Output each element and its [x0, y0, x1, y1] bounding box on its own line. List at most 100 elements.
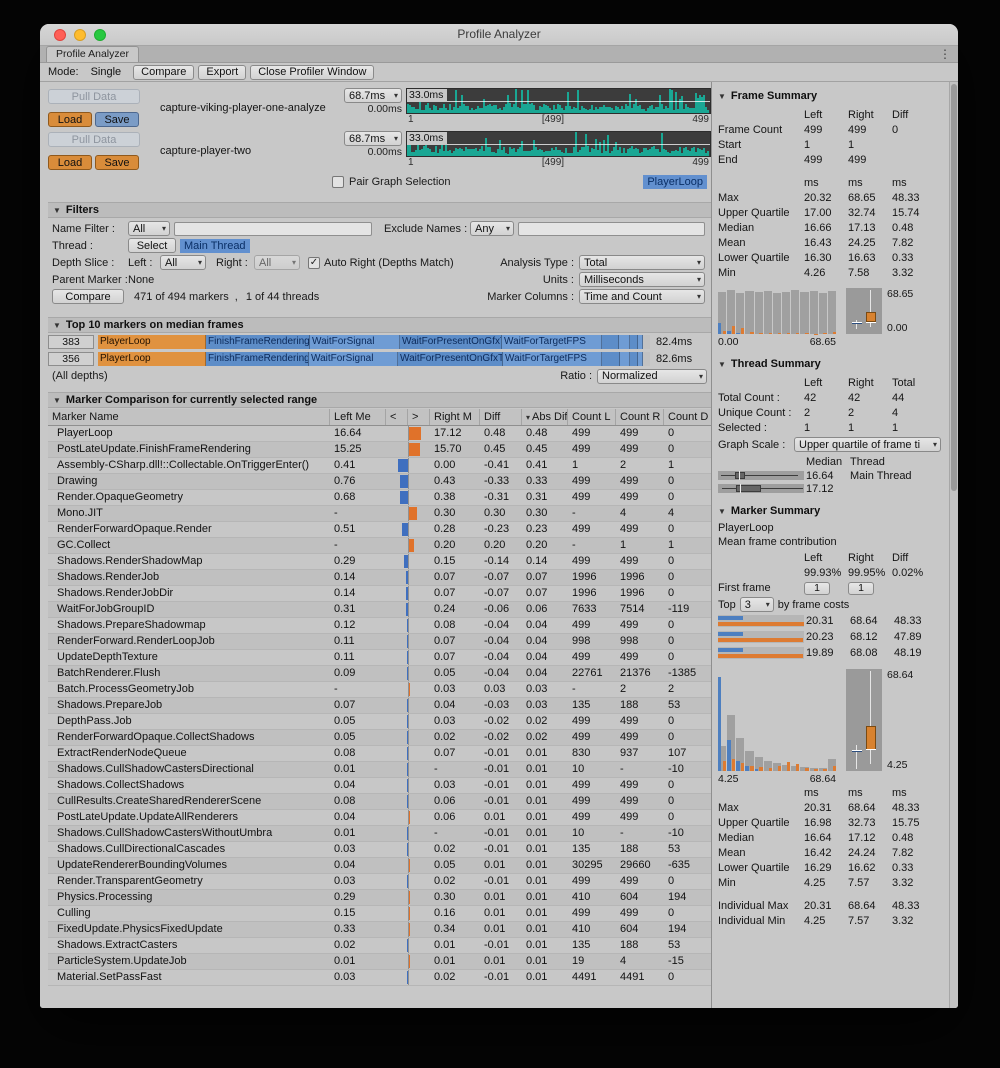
- marker-row[interactable]: Mono.JIT-0.300.300.30-44: [48, 506, 711, 522]
- marker-segment-small[interactable]: [602, 352, 620, 366]
- name-filter-mode-dropdown[interactable]: All ▾: [128, 221, 170, 236]
- marker-row[interactable]: FixedUpdate.PhysicsFixedUpdate0.330.340.…: [48, 922, 711, 938]
- filters-header[interactable]: ▼ Filters: [48, 202, 711, 218]
- frame-index-button[interactable]: 383: [48, 335, 94, 349]
- close-profiler-window-button[interactable]: Close Profiler Window: [250, 65, 374, 80]
- top10-header[interactable]: ▼ Top 10 markers on median frames: [48, 317, 711, 333]
- column-header[interactable]: Count L: [568, 409, 616, 425]
- marker-row[interactable]: RenderForwardOpaque.Render0.510.28-0.230…: [48, 522, 711, 538]
- marker-row[interactable]: Batch.ProcessGeometryJob-0.030.030.03-22: [48, 682, 711, 698]
- mode-single-button[interactable]: Single: [83, 65, 130, 80]
- selected-thread-chip[interactable]: Main Thread: [180, 239, 250, 253]
- column-header[interactable]: >: [408, 409, 430, 425]
- graph-max-dropdown[interactable]: 68.7ms ▾: [344, 131, 402, 146]
- selected-marker-chip[interactable]: PlayerLoop: [643, 175, 707, 189]
- marker-row[interactable]: Render.OpaqueGeometry0.680.38-0.310.3149…: [48, 490, 711, 506]
- marker-comparison-header[interactable]: ▼ Marker Comparison for currently select…: [48, 392, 711, 408]
- marker-row[interactable]: GC.Collect-0.200.200.20-11: [48, 538, 711, 554]
- marker-segment-small[interactable]: [602, 335, 619, 349]
- marker-row[interactable]: Assembly-CSharp.dll!::Collectable.OnTrig…: [48, 458, 711, 474]
- frame-histogram[interactable]: [718, 288, 836, 334]
- marker-row[interactable]: RenderForwardOpaque.CollectShadows0.050.…: [48, 730, 711, 746]
- marker-row[interactable]: Shadows.CullShadowCastersDirectional0.01…: [48, 762, 711, 778]
- top-n-dropdown[interactable]: 3 ▾: [740, 597, 774, 612]
- marker-row[interactable]: Material.SetPassFast0.030.02-0.010.01449…: [48, 970, 711, 986]
- column-header[interactable]: <: [386, 409, 408, 425]
- frame-index-button[interactable]: 356: [48, 352, 94, 366]
- analysis-type-dropdown[interactable]: Total ▾: [579, 255, 705, 270]
- thread-row[interactable]: 17.12: [718, 482, 941, 495]
- marker-row[interactable]: PlayerLoop16.6417.120.480.484994990: [48, 426, 711, 442]
- marker-row[interactable]: PostLateUpdate.UpdateAllRenderers0.040.0…: [48, 810, 711, 826]
- marker-row[interactable]: Shadows.CullDirectionalCascades0.030.02-…: [48, 842, 711, 858]
- column-header[interactable]: Left Me: [330, 409, 386, 425]
- column-header[interactable]: Count R: [616, 409, 664, 425]
- units-dropdown[interactable]: Milliseconds ▾: [579, 272, 705, 287]
- pull-data-button[interactable]: Pull Data: [48, 89, 140, 104]
- top-cost-row[interactable]: 20.3168.6448.33: [718, 613, 941, 629]
- marker-segment[interactable]: PlayerLoop: [98, 335, 206, 349]
- load-button[interactable]: Load: [48, 155, 92, 170]
- pull-data-button[interactable]: Pull Data: [48, 132, 140, 147]
- marker-row[interactable]: Shadows.CollectShadows0.040.03-0.010.014…: [48, 778, 711, 794]
- kebab-menu-icon[interactable]: ⋮: [939, 47, 951, 61]
- marker-segment[interactable]: FinishFrameRendering: [206, 335, 310, 349]
- marker-segment[interactable]: WaitForSignal: [310, 335, 400, 349]
- marker-row[interactable]: Shadows.RenderShadowMap0.290.15-0.140.14…: [48, 554, 711, 570]
- marker-row[interactable]: UpdateDepthTexture0.110.07-0.040.0449949…: [48, 650, 711, 666]
- load-button[interactable]: Load: [48, 112, 92, 127]
- minimize-window-button[interactable]: [74, 29, 86, 41]
- marker-row[interactable]: Physics.Processing0.290.300.010.01410604…: [48, 890, 711, 906]
- marker-row[interactable]: WaitForJobGroupID0.310.24-0.060.06763375…: [48, 602, 711, 618]
- marker-segment-small[interactable]: [619, 335, 630, 349]
- marker-segment-small[interactable]: [630, 352, 638, 366]
- mode-export-button[interactable]: Export: [198, 65, 246, 80]
- mode-compare-button[interactable]: Compare: [133, 65, 194, 80]
- marker-segment[interactable]: WaitForPresentOnGfxThread: [400, 335, 502, 349]
- top-cost-row[interactable]: 20.2368.1247.89: [718, 629, 941, 645]
- scrollbar-thumb[interactable]: [951, 84, 957, 491]
- marker-histogram[interactable]: [718, 669, 836, 771]
- frame-time-graph[interactable]: 33.0ms: [406, 131, 711, 157]
- marker-segment[interactable]: WaitForPresentOnGfxThread: [398, 352, 503, 366]
- column-header[interactable]: Marker Name: [48, 409, 330, 425]
- first-frame-right-button[interactable]: 1: [848, 582, 874, 595]
- marker-segment-small[interactable]: [630, 335, 638, 349]
- marker-row[interactable]: PostLateUpdate.FinishFrameRendering15.25…: [48, 442, 711, 458]
- column-header[interactable]: Diff: [480, 409, 522, 425]
- save-button[interactable]: Save: [95, 112, 139, 127]
- marker-row[interactable]: ExtractRenderNodeQueue0.080.07-0.010.018…: [48, 746, 711, 762]
- marker-row[interactable]: ParticleSystem.UpdateJob0.010.010.010.01…: [48, 954, 711, 970]
- marker-row[interactable]: Shadows.PrepareJob0.070.04-0.030.0313518…: [48, 698, 711, 714]
- marker-row[interactable]: Shadows.RenderJobDir0.140.07-0.070.07199…: [48, 586, 711, 602]
- first-frame-left-button[interactable]: 1: [804, 582, 830, 595]
- vertical-scrollbar[interactable]: [949, 82, 958, 1008]
- marker-row[interactable]: Render.TransparentGeometry0.030.02-0.010…: [48, 874, 711, 890]
- graph-scale-dropdown[interactable]: Upper quartile of frame ti ▾: [794, 437, 941, 452]
- marker-summary-header[interactable]: ▼ Marker Summary: [718, 505, 941, 517]
- zoom-window-button[interactable]: [94, 29, 106, 41]
- marker-segment[interactable]: WaitForTargetFPS: [503, 352, 602, 366]
- marker-columns-dropdown[interactable]: Time and Count ▾: [579, 289, 705, 304]
- titlebar[interactable]: Profile Analyzer: [40, 24, 958, 46]
- frame-summary-header[interactable]: ▼ Frame Summary: [718, 90, 941, 102]
- name-filter-input[interactable]: [174, 222, 372, 236]
- marker-row[interactable]: Shadows.ExtractCasters0.020.01-0.010.011…: [48, 938, 711, 954]
- marker-segment[interactable]: WaitForSignal: [309, 352, 398, 366]
- auto-right-checkbox[interactable]: ✓: [308, 257, 320, 269]
- tab-profile-analyzer[interactable]: Profile Analyzer: [46, 46, 139, 62]
- marker-row[interactable]: RenderForward.RenderLoopJob0.110.07-0.04…: [48, 634, 711, 650]
- marker-segment[interactable]: WaitForTargetFPS: [502, 335, 602, 349]
- column-header[interactable]: Count D: [664, 409, 711, 425]
- save-button[interactable]: Save: [95, 155, 139, 170]
- marker-row[interactable]: Shadows.RenderJob0.140.07-0.070.07199619…: [48, 570, 711, 586]
- marker-row[interactable]: Shadows.PrepareShadowmap0.120.08-0.040.0…: [48, 618, 711, 634]
- graph-max-dropdown[interactable]: 68.7ms ▾: [344, 88, 402, 103]
- exclude-names-input[interactable]: [518, 222, 705, 236]
- marker-segment[interactable]: PlayerLoop: [98, 352, 206, 366]
- marker-segment-small[interactable]: [638, 335, 643, 349]
- marker-row[interactable]: BatchRenderer.Flush0.090.05-0.040.042276…: [48, 666, 711, 682]
- thread-select-button[interactable]: Select: [128, 238, 176, 253]
- frame-time-graph[interactable]: 33.0ms: [406, 88, 711, 114]
- close-window-button[interactable]: [54, 29, 66, 41]
